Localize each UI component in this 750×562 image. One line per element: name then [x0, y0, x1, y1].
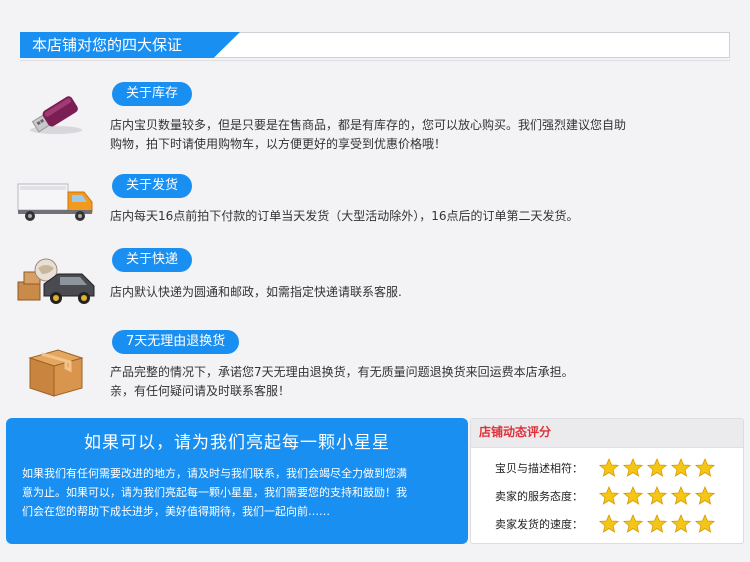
star-icon	[670, 457, 692, 478]
delivery-truck-icon	[16, 180, 94, 228]
star-icon	[622, 513, 644, 534]
star-request-text: 如果我们有任何需要改进的地方，请及时与我们联系，我们会竭尽全力做到您满 意为止。…	[22, 464, 454, 521]
desc-line: 购物，拍下时请使用购物车，以方便更好的享受到优惠价格哦！	[110, 137, 447, 151]
star-icon	[646, 513, 668, 534]
star-icon	[646, 457, 668, 478]
badge-shipping: 关于发货	[112, 174, 193, 198]
star-request-panel: 如果可以，请为我们亮起每一颗小星星 如果我们有任何需要改进的地方，请及时与我们联…	[6, 418, 468, 544]
star-icon	[670, 513, 692, 534]
rating-label: 宝贝与描述相符：	[495, 462, 583, 475]
package-box-icon	[24, 344, 88, 404]
rating-row-shipping-speed: 卖家发货的速度：	[471, 513, 743, 535]
badge-courier: 关于快递	[112, 248, 193, 272]
desc-stock: 店内宝贝数量较多，但是只要是在售商品，都是有库存的，您可以放心购买。我们强烈建议…	[110, 116, 738, 154]
rating-label: 卖家发货的速度：	[495, 518, 583, 531]
star-icon	[622, 457, 644, 478]
usb-drive-icon	[24, 88, 88, 140]
desc-shipping: 店内每天16点前拍下付款的订单当天发货（大型活动除外），16点后的订单第二天发货…	[110, 207, 738, 226]
star-icon	[670, 485, 692, 506]
star-icon	[598, 457, 620, 478]
star-request-line: 意为止。如果可以，请为我们亮起每一颗小星星，我们需要您的支持和鼓励！我	[22, 486, 407, 499]
courier-car-icon	[16, 256, 96, 310]
star-icon	[694, 485, 716, 506]
desc-line: 亲，有任何疑问请及时联系客服！	[110, 384, 291, 398]
badge-returns: 7天无理由退换货	[112, 330, 240, 354]
star-request-line: 们会在您的帮助下成长进步，美好值得期待，我们一起向前……	[22, 505, 330, 518]
desc-courier: 店内默认快递为圆通和邮政，如需指定快递请联系客服.	[110, 283, 738, 302]
store-rating-title: 店铺动态评分	[479, 425, 552, 439]
star-request-title: 如果可以，请为我们亮起每一颗小星星	[84, 433, 390, 453]
rating-row-description: 宝贝与描述相符：	[471, 457, 743, 479]
store-rating-panel: 店铺动态评分 宝贝与描述相符： 卖家的服务态度： 卖家发货的速度：	[470, 418, 744, 544]
desc-line: 店内默认快递为圆通和邮政，如需指定快递请联系客服.	[110, 285, 402, 299]
rating-label: 卖家的服务态度：	[495, 490, 583, 503]
desc-line: 店内每天16点前拍下付款的订单当天发货（大型活动除外），16点后的订单第二天发货…	[110, 209, 579, 223]
star-icon	[622, 485, 644, 506]
rating-row-service: 卖家的服务态度：	[471, 485, 743, 507]
desc-returns: 产品完整的情况下，承诺您7天无理由退换货，有无质量问题退换货来回运费本店承担。 …	[110, 363, 738, 401]
star-icon	[598, 513, 620, 534]
star-icon	[598, 485, 620, 506]
divider	[20, 60, 730, 61]
star-request-line: 如果我们有任何需要改进的地方，请及时与我们联系，我们会竭尽全力做到您满	[22, 467, 407, 480]
star-icon	[646, 485, 668, 506]
star-icon	[694, 513, 716, 534]
store-rating-header: 店铺动态评分	[471, 419, 743, 448]
desc-line: 店内宝贝数量较多，但是只要是在售商品，都是有库存的，您可以放心购买。我们强烈建议…	[110, 118, 627, 132]
badge-stock: 关于库存	[112, 82, 193, 106]
page-title: 本店铺对您的四大保证	[32, 36, 183, 54]
star-icon	[694, 457, 716, 478]
desc-line: 产品完整的情况下，承诺您7天无理由退换货，有无质量问题退换货来回运费本店承担。	[110, 365, 574, 379]
